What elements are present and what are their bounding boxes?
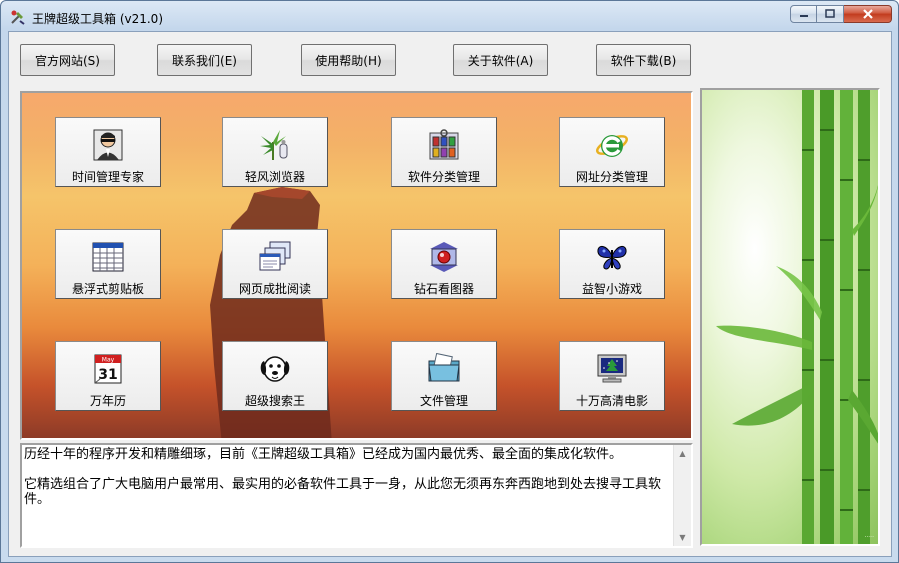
tile-label: 软件分类管理 — [407, 170, 480, 184]
tile-software-manager[interactable]: 软件分类管理 — [391, 117, 497, 187]
bamboo-illustration — [716, 90, 878, 544]
description-line-2: 它精选组合了广大电脑用户最常用、最实用的必备软件工具于一身，从此您无须再东奔西跑… — [24, 477, 662, 507]
tile-label: 万年历 — [89, 394, 126, 408]
help-button[interactable]: 使用帮助(H) — [301, 44, 396, 76]
folder-icon — [427, 352, 461, 386]
calendar-grid-icon — [91, 240, 125, 274]
butterfly-icon — [595, 240, 629, 274]
dog-icon — [258, 352, 292, 386]
bamboo-banner-image: ····· — [700, 88, 880, 546]
official-site-button[interactable]: 官方网站(S) — [20, 44, 115, 76]
download-button[interactable]: 软件下载(B) — [596, 44, 691, 76]
description-text: 历经十年的程序开发和精雕细琢，目前《王牌超级工具箱》已经成为国内最优秀、最全面的… — [24, 447, 672, 507]
tile-label: 超级搜索王 — [244, 394, 305, 408]
launcher-panel: 时间管理专家 轻风浏览器 软件分类管理 网址分类管理 悬浮式剪贴板 网页成批阅读… — [20, 91, 693, 440]
calendar-31-icon: May 31 — [91, 352, 125, 386]
diamond-viewer-icon — [427, 240, 461, 274]
tile-super-search[interactable]: 超级搜索王 — [222, 341, 328, 411]
tile-label: 网页成批阅读 — [238, 282, 311, 296]
tile-label: 益智小游戏 — [581, 282, 642, 296]
client-area: 官方网站(S) 联系我们(E) 使用帮助(H) 关于软件(A) 软件下载(B) — [8, 31, 892, 557]
ie-e-icon — [595, 128, 629, 162]
software-folders-icon — [427, 128, 461, 162]
description-box[interactable]: 历经十年的程序开发和精雕细琢，目前《王牌超级工具箱》已经成为国内最优秀、最全面的… — [20, 443, 693, 548]
minimize-icon — [799, 15, 808, 17]
tile-puzzle-games[interactable]: 益智小游戏 — [559, 229, 665, 299]
description-line-1: 历经十年的程序开发和精雕细琢，目前《王牌超级工具箱》已经成为国内最优秀、最全面的… — [24, 447, 623, 462]
tile-label: 十万高清电影 — [575, 394, 648, 408]
scroll-up-arrow-icon[interactable]: ▲ — [674, 445, 691, 462]
window-title: 王牌超级工具箱 (v21.0) — [32, 12, 163, 26]
app-toolbox-icon — [11, 10, 25, 25]
plant-browser-icon — [258, 128, 292, 162]
about-button[interactable]: 关于软件(A) — [453, 44, 548, 76]
maximize-button[interactable] — [817, 5, 844, 23]
image-watermark: ····· — [864, 534, 874, 541]
tile-diamond-viewer[interactable]: 钻石看图器 — [391, 229, 497, 299]
close-icon — [862, 9, 873, 19]
tile-label: 时间管理专家 — [71, 170, 144, 184]
tile-file-manager[interactable]: 文件管理 — [391, 341, 497, 411]
man-sunglasses-icon — [91, 128, 125, 162]
minimize-button[interactable] — [790, 5, 817, 23]
tile-hd-movies[interactable]: 十万高清电影 — [559, 341, 665, 411]
stacked-pages-icon — [258, 240, 292, 274]
caption-buttons — [790, 5, 892, 23]
vertical-scrollbar[interactable]: ▲ ▼ — [673, 445, 691, 546]
tile-perpetual-calendar[interactable]: May 31 万年历 — [55, 341, 161, 411]
tile-floating-clipboard[interactable]: 悬浮式剪贴板 — [55, 229, 161, 299]
tile-url-manager[interactable]: 网址分类管理 — [559, 117, 665, 187]
app-window: 王牌超级工具箱 (v21.0) 官方网站(S) 联系我们(E) 使用帮助(H) … — [0, 0, 899, 563]
calendar-month-text: May — [102, 357, 115, 364]
calendar-day-text: 31 — [98, 367, 117, 383]
maximize-icon — [825, 9, 835, 18]
contact-us-button[interactable]: 联系我们(E) — [157, 44, 252, 76]
monitor-tree-icon — [595, 352, 629, 386]
tile-label: 文件管理 — [419, 394, 468, 408]
tile-label: 轻风浏览器 — [244, 170, 305, 184]
tile-label: 网址分类管理 — [575, 170, 648, 184]
scroll-down-arrow-icon[interactable]: ▼ — [674, 529, 691, 546]
tile-label: 悬浮式剪贴板 — [71, 282, 144, 296]
tile-light-browser[interactable]: 轻风浏览器 — [222, 117, 328, 187]
tile-label: 钻石看图器 — [413, 282, 474, 296]
tile-batch-web-reader[interactable]: 网页成批阅读 — [222, 229, 328, 299]
close-button[interactable] — [844, 5, 892, 23]
tile-time-manager[interactable]: 时间管理专家 — [55, 117, 161, 187]
title-bar[interactable]: 王牌超级工具箱 (v21.0) — [1, 1, 898, 31]
